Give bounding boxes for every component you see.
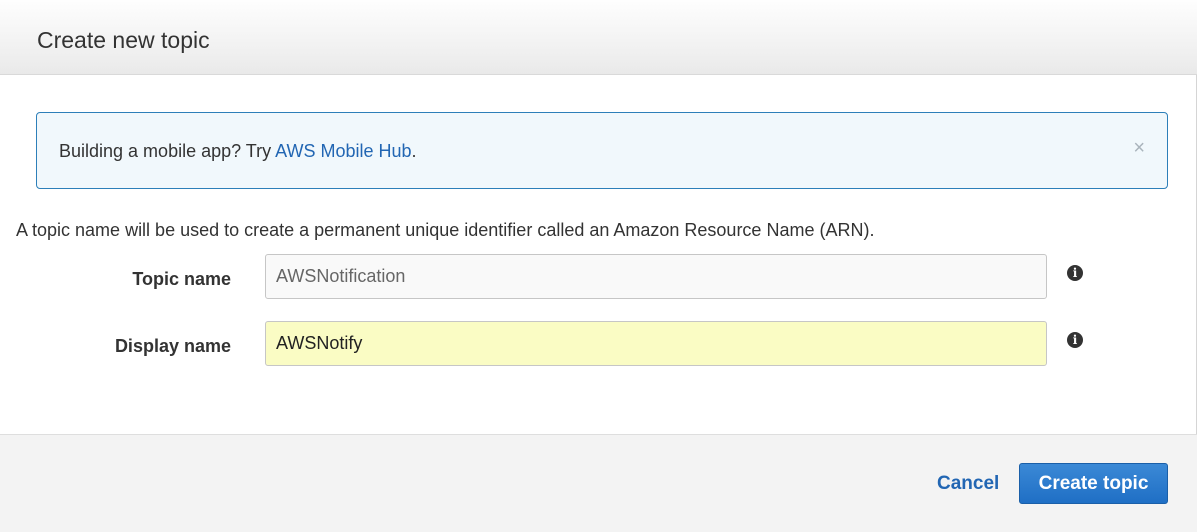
alert-text-prefix: Building a mobile app? Try (59, 141, 276, 161)
display-name-input[interactable] (265, 321, 1047, 366)
topic-description: A topic name will be used to create a pe… (16, 220, 875, 240)
aws-mobile-hub-link[interactable]: AWS Mobile Hub (275, 141, 411, 161)
create-topic-dialog: Create new topic Building a mobile app? … (0, 0, 1197, 532)
alert-text-suffix: . (411, 141, 417, 161)
topic-name-info-icon[interactable]: i (1067, 265, 1083, 281)
display-name-info-icon[interactable]: i (1067, 332, 1083, 348)
display-name-label: Display name (114, 336, 231, 356)
info-alert: Building a mobile app? Try AWS Mobile Hu… (36, 112, 1168, 189)
dialog-header: Create new topic (0, 0, 1197, 75)
dialog-footer: Cancel Create topic (0, 434, 1197, 532)
close-icon[interactable]: × (1133, 137, 1145, 159)
topic-name-label: Topic name (132, 269, 231, 289)
cancel-button[interactable]: Cancel (937, 473, 999, 495)
dialog-title: Create new topic (37, 27, 210, 53)
create-topic-button[interactable]: Create topic (1019, 463, 1168, 504)
alert-message: Building a mobile app? Try AWS Mobile Hu… (59, 140, 417, 162)
topic-name-input[interactable] (265, 254, 1047, 299)
